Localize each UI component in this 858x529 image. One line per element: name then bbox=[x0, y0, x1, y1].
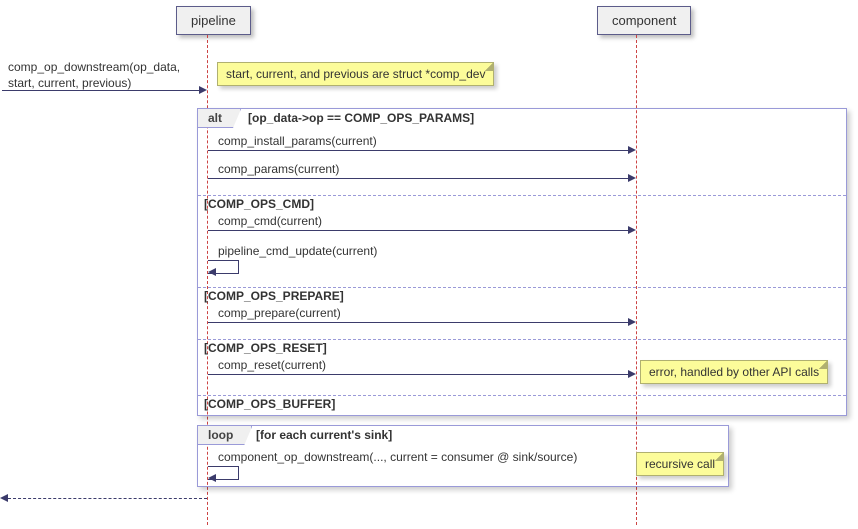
arrow-reset bbox=[208, 374, 628, 375]
self-cmd-update-head bbox=[208, 268, 216, 276]
frame-loop-cond: [for each current's sink] bbox=[256, 428, 392, 442]
msg-params: comp_params(current) bbox=[218, 162, 339, 176]
arrow-return bbox=[8, 498, 207, 499]
arrow-install-params-head bbox=[628, 146, 636, 154]
arrow-initial bbox=[2, 90, 199, 91]
msg-cmd-update: pipeline_cmd_update(current) bbox=[218, 244, 377, 258]
participant-pipeline: pipeline bbox=[176, 6, 251, 35]
arrow-params-head bbox=[628, 174, 636, 182]
participant-component: component bbox=[597, 6, 691, 35]
frame-alt-cond-reset: [COMP_OPS_RESET] bbox=[204, 341, 327, 355]
frame-alt-label: alt bbox=[198, 109, 241, 128]
msg-reset: comp_reset(current) bbox=[218, 358, 326, 372]
note-loop: recursive call bbox=[636, 452, 724, 476]
arrow-prepare bbox=[208, 322, 628, 323]
frame-alt-cond-buffer: [COMP_OPS_BUFFER] bbox=[204, 397, 335, 411]
arrow-reset-head bbox=[628, 370, 636, 378]
arrow-cmd-head bbox=[628, 226, 636, 234]
arrow-install-params bbox=[208, 150, 628, 151]
alt-sep-3 bbox=[198, 339, 846, 340]
self-loop-head bbox=[208, 474, 216, 482]
frame-loop-label: loop bbox=[198, 426, 252, 445]
initial-call-line2: start, current, previous) bbox=[8, 76, 131, 90]
alt-sep-1 bbox=[198, 195, 846, 196]
msg-cmd: comp_cmd(current) bbox=[218, 214, 322, 228]
alt-sep-2 bbox=[198, 287, 846, 288]
frame-alt-cond-params: [op_data->op == COMP_OPS_PARAMS] bbox=[248, 111, 474, 125]
arrow-params bbox=[208, 178, 628, 179]
arrow-initial-head bbox=[199, 86, 207, 94]
arrow-prepare-head bbox=[628, 318, 636, 326]
note-reset: error, handled by other API calls bbox=[640, 360, 828, 384]
initial-call-line1: comp_op_downstream(op_data, bbox=[8, 60, 180, 74]
frame-alt-cond-prepare: [COMP_OPS_PREPARE] bbox=[204, 289, 344, 303]
note-initial: start, current, and previous are struct … bbox=[217, 62, 494, 86]
msg-loop: component_op_downstream(..., current = c… bbox=[218, 450, 577, 464]
frame-alt-cond-cmd: [COMP_OPS_CMD] bbox=[204, 197, 314, 211]
msg-install-params: comp_install_params(current) bbox=[218, 134, 377, 148]
arrow-cmd bbox=[208, 230, 628, 231]
arrow-return-head bbox=[0, 494, 8, 502]
msg-prepare: comp_prepare(current) bbox=[218, 306, 341, 320]
alt-sep-4 bbox=[198, 395, 846, 396]
